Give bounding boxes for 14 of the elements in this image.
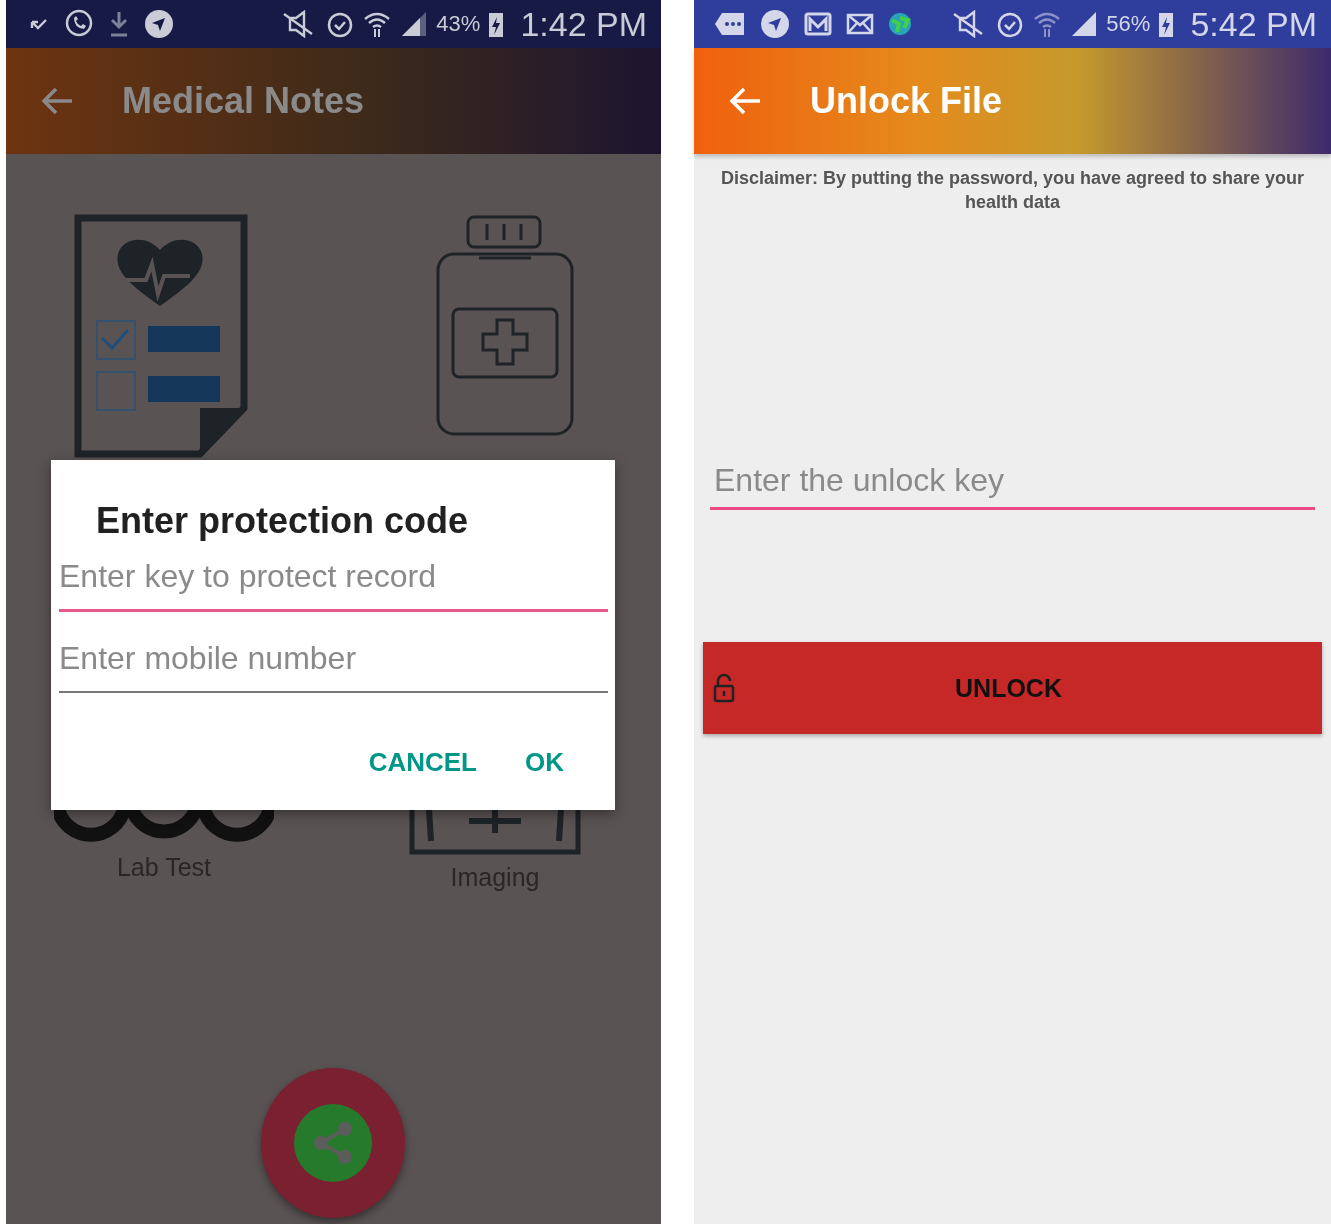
input-field[interactable]: Enter mobile number xyxy=(59,628,608,693)
app-bar-title: Unlock File xyxy=(810,80,1003,122)
battery-percent: 56% xyxy=(1106,11,1151,37)
dialog-title: Enter protection code xyxy=(96,500,470,542)
battery-percent: 43% xyxy=(436,11,481,37)
clock-time: 1:42 PM xyxy=(520,4,647,44)
dialog-button[interactable]: CANCEL xyxy=(354,739,491,786)
app-bar-title: Medical Notes xyxy=(122,80,365,122)
disclaimer-text: Disclaimer: By putting the password, you have agreed to share your health data xyxy=(719,167,1306,214)
unlock-button[interactable]: UNLOCK xyxy=(703,642,1322,734)
clock-time: 5:42 PM xyxy=(1190,4,1317,44)
dialog-button[interactable]: OK xyxy=(511,739,578,786)
unlock-key-field[interactable]: Enter the unlock key xyxy=(710,454,1315,510)
input-field[interactable]: Enter key to protect record xyxy=(59,546,608,612)
